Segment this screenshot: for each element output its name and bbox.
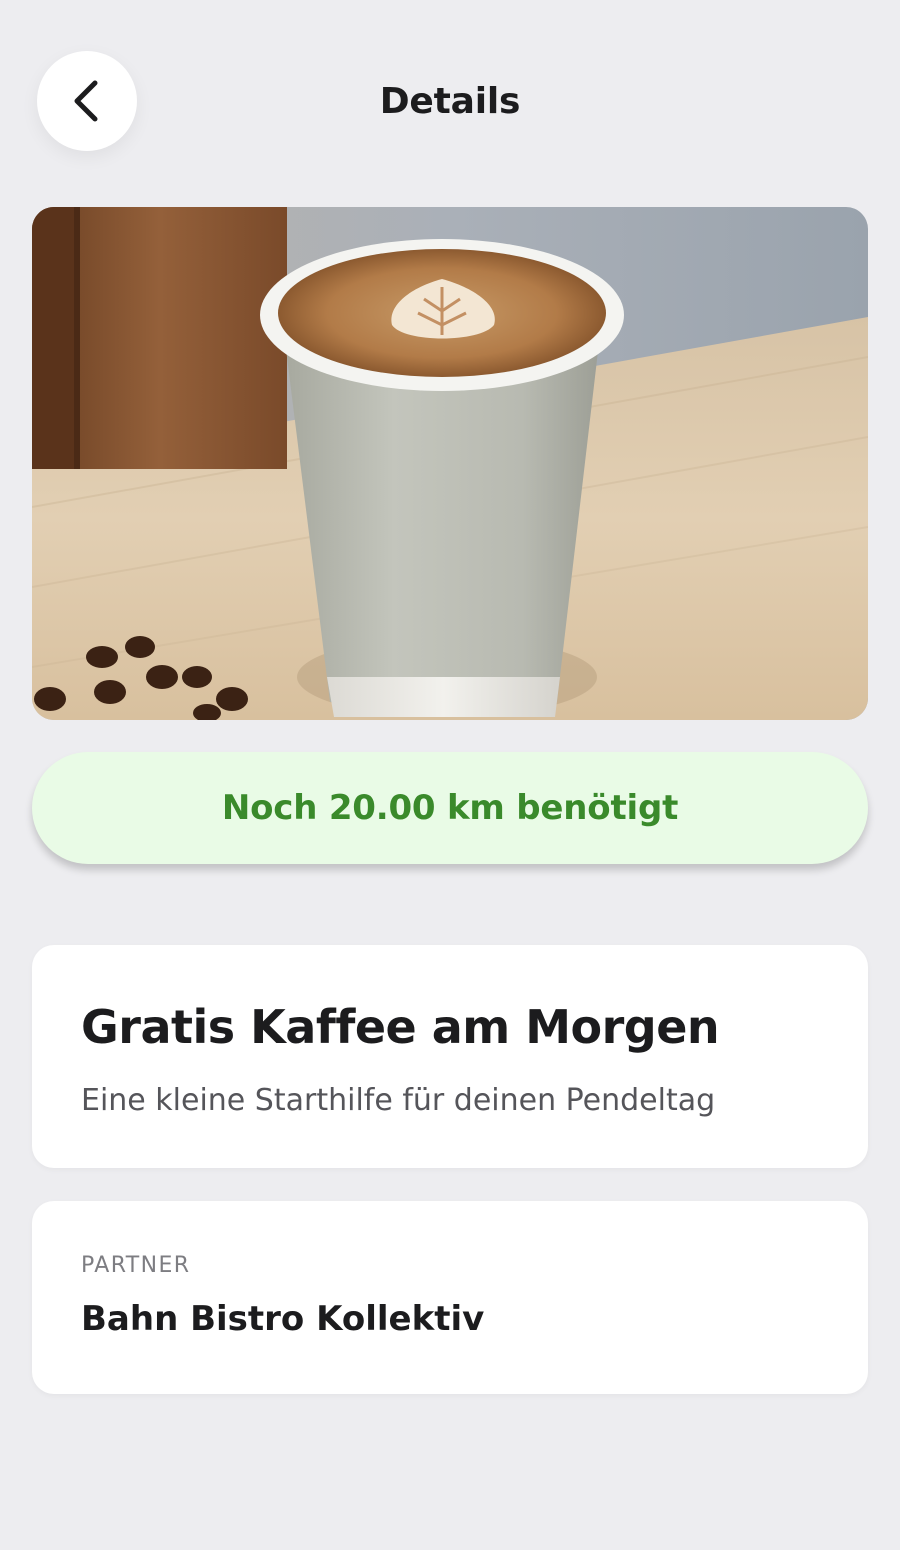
distance-status-pill: Noch 20.00 km benötigt (32, 752, 868, 864)
page-title: Details (379, 81, 521, 122)
partner-label: PARTNER (81, 1253, 191, 1278)
hero-image (32, 207, 868, 720)
header: Details (0, 0, 900, 200)
offer-card: Gratis Kaffee am Morgen Eine kleine Star… (32, 945, 868, 1168)
partner-name: Bahn Bistro Kollektiv (81, 1299, 485, 1339)
offer-title: Gratis Kaffee am Morgen (81, 1000, 720, 1054)
partner-card: PARTNER Bahn Bistro Kollektiv (32, 1201, 868, 1394)
distance-status-text: Noch 20.00 km benötigt (221, 788, 679, 828)
offer-subtitle: Eine kleine Starthilfe für deinen Pendel… (81, 1083, 716, 1118)
